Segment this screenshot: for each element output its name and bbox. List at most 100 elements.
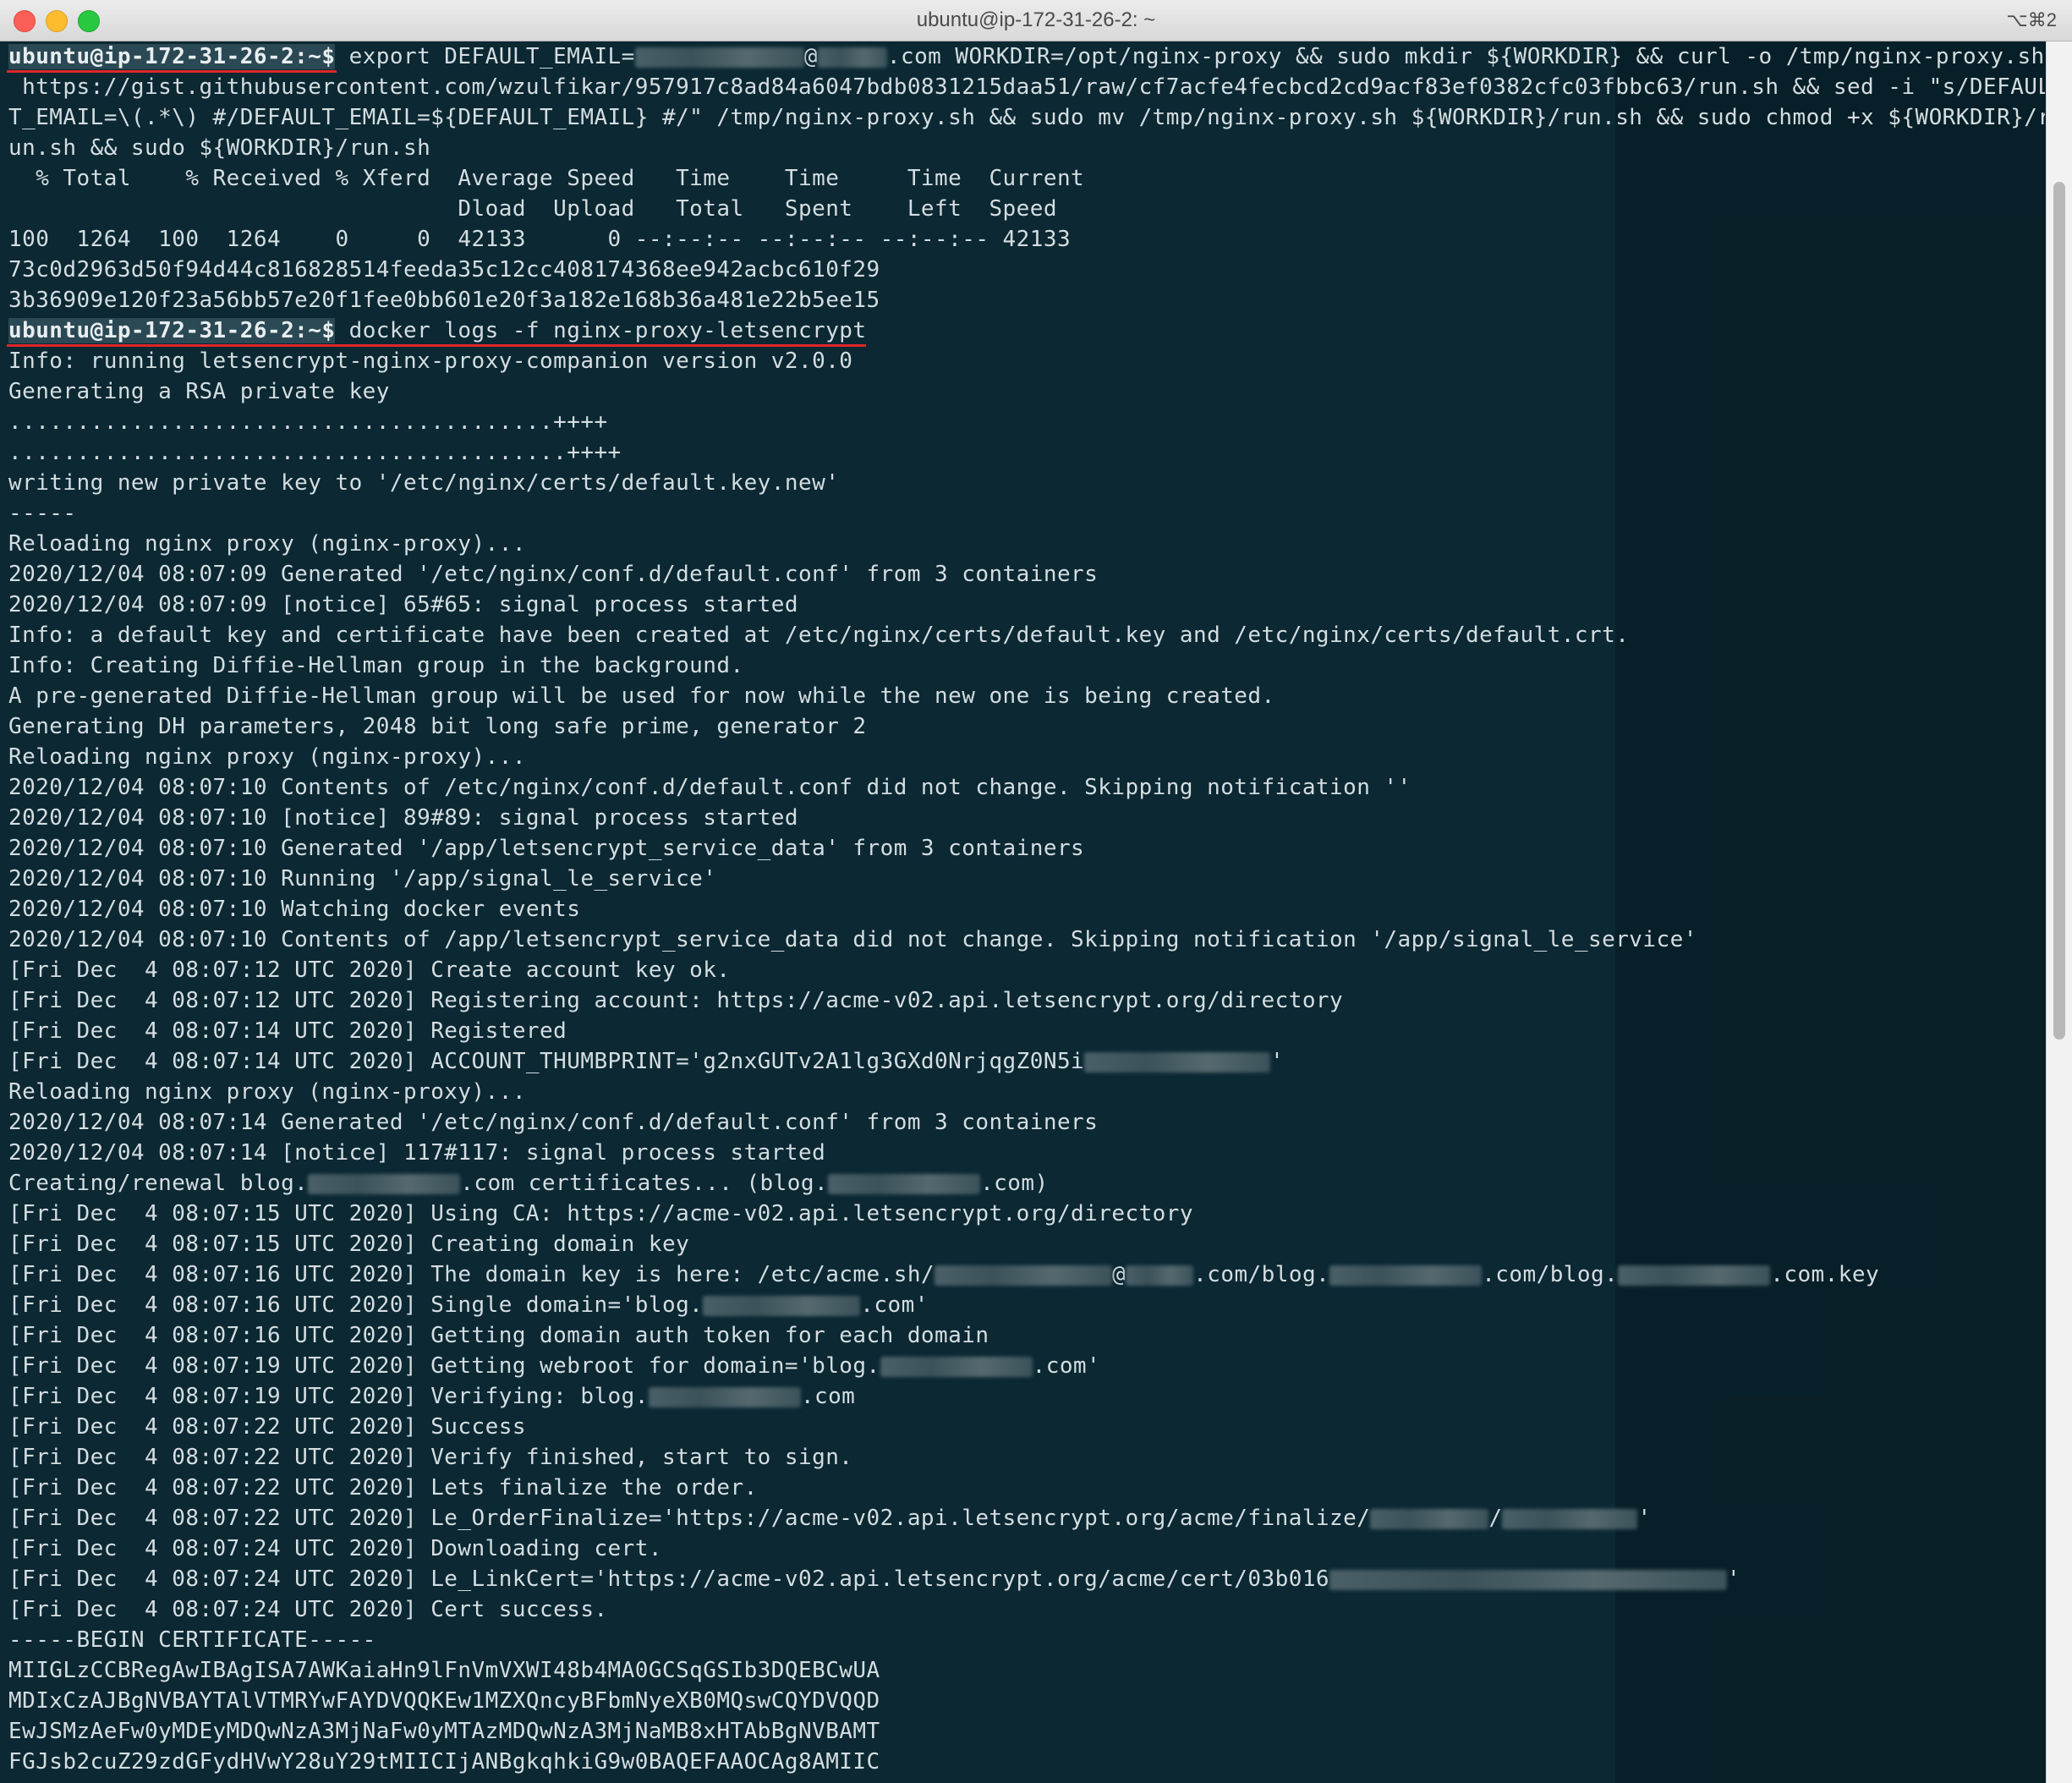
output-line: 2020/12/04 08:07:09 Generated '/etc/ngin… <box>8 562 1099 587</box>
redacted-text <box>1329 1569 1728 1590</box>
output-line: Info: a default key and certificate have… <box>8 623 1630 648</box>
output-text: .com.key <box>1770 1262 1880 1287</box>
output-line: MIIGLzCCBRegAwIBAgISA7AWKaiaHn9lFnVmVXWI… <box>8 1658 880 1683</box>
output-text: .com <box>800 1384 856 1409</box>
output-text: @ <box>1112 1262 1126 1287</box>
redacted-text <box>817 47 887 68</box>
output-line: writing new private key to '/etc/nginx/c… <box>8 470 840 496</box>
command-text: docker logs -f nginx-proxy-letsencrypt <box>335 318 867 343</box>
output-line: T_EMAIL=\(.*\) #/DEFAULT_EMAIL=${DEFAULT… <box>8 105 2045 130</box>
title-bar: ubuntu@ip-172-31-26-2: ~ ⌥⌘2 <box>0 0 2072 41</box>
output-line: [Fri Dec 4 08:07:12 UTC 2020] Registerin… <box>8 988 1344 1013</box>
output-line: un.sh && sudo ${WORKDIR}/run.sh <box>8 135 431 161</box>
output-line: 2020/12/04 08:07:10 Watching docker even… <box>8 897 581 922</box>
redacted-text <box>308 1173 461 1194</box>
output-line: [Fri Dec 4 08:07:15 UTC 2020] Creating d… <box>8 1232 690 1257</box>
output-line: ----- <box>8 501 77 526</box>
output-line: [Fri Dec 4 08:07:15 UTC 2020] Using CA: … <box>8 1201 1193 1226</box>
output-line: 2020/12/04 08:07:09 [notice] 65#65: sign… <box>8 592 798 617</box>
output-line: 100 1264 100 1264 0 0 42133 0 --:--:-- -… <box>8 227 1072 252</box>
output-text: @ <box>803 44 818 69</box>
output-text: .com' <box>1032 1353 1101 1379</box>
output-line: [Fri Dec 4 08:07:12 UTC 2020] Create acc… <box>8 957 731 983</box>
redacted-text <box>880 1356 1033 1377</box>
redacted-text <box>1329 1265 1483 1286</box>
shell-prompt: ubuntu@ip-172-31-26-2:~$ <box>8 44 336 69</box>
terminal-output: ubuntu@ip-172-31-26-2:~$ export DEFAULT_… <box>0 41 2045 1783</box>
output-line: -----BEGIN CERTIFICATE----- <box>8 1627 376 1653</box>
output-text: [Fri Dec 4 08:07:24 UTC 2020] Le_LinkCer… <box>8 1566 1330 1592</box>
output-line: [Fri Dec 4 08:07:14 UTC 2020] ACCOUNT_TH… <box>0 1046 2045 1077</box>
command-text: .com WORKDIR=/opt/nginx-proxy && sudo mk… <box>886 44 2045 69</box>
redacted-text <box>1126 1265 1194 1286</box>
output-line: [Fri Dec 4 08:07:16 UTC 2020] Single dom… <box>0 1290 2045 1320</box>
output-line: [Fri Dec 4 08:07:22 UTC 2020] Success <box>8 1414 526 1440</box>
command-text: export DEFAULT_EMAIL= <box>335 44 635 69</box>
terminal-window: ubuntu@ip-172-31-26-2: ~ ⌥⌘2 ubuntu@ip-1… <box>0 0 2072 1783</box>
output-line: [Fri Dec 4 08:07:24 UTC 2020] Downloadin… <box>8 1536 662 1561</box>
output-text: .com' <box>860 1292 929 1318</box>
output-line: 2020/12/04 08:07:10 Contents of /app/let… <box>8 927 1697 952</box>
output-text: Creating/renewal blog. <box>8 1171 309 1196</box>
output-line: A pre-generated Diffie-Hellman group wil… <box>8 683 1275 709</box>
output-line: EwJSMzAeFw0yMDEyMDQwNzA3MjNaFw0yMTAzMDQw… <box>8 1719 880 1744</box>
output-line: 2020/12/04 08:07:10 Contents of /etc/ngi… <box>8 775 1411 800</box>
output-line: Reloading nginx proxy (nginx-proxy)... <box>8 1079 526 1105</box>
shell-prompt: ubuntu@ip-172-31-26-2:~$ <box>8 318 336 343</box>
output-line: MDIxCzAJBgNVBAYTAlVTMRYwFAYDVQQKEw1MZXQn… <box>8 1688 880 1714</box>
output-line: 2020/12/04 08:07:10 [notice] 89#89: sign… <box>8 805 798 831</box>
output-line: ........................................… <box>8 440 622 465</box>
redacted-text <box>1618 1265 1771 1286</box>
redacted-text <box>648 1386 801 1407</box>
output-line: Info: Creating Diffie-Hellman group in t… <box>8 653 744 678</box>
redacted-text <box>634 47 804 68</box>
output-text: .com/blog. <box>1193 1262 1330 1287</box>
output-text: [Fri Dec 4 08:07:16 UTC 2020] The domain… <box>8 1262 935 1287</box>
output-line: Dload Upload Total Spent Left Speed <box>8 196 1057 222</box>
output-line: % Total % Received % Xferd Average Speed… <box>8 166 1085 191</box>
output-line: Info: running letsencrypt-nginx-proxy-co… <box>8 348 853 374</box>
window-title: ubuntu@ip-172-31-26-2: ~ <box>916 8 1156 31</box>
output-text: ' <box>1727 1566 1741 1592</box>
output-line: 73c0d2963d50f94d44c816828514feeda35c12cc… <box>8 257 880 283</box>
output-line: 2020/12/04 08:07:10 Generated '/app/lets… <box>8 836 1085 861</box>
redacted-text <box>1084 1051 1271 1073</box>
output-line: ........................................… <box>8 409 608 435</box>
output-line: https://gist.githubusercontent.com/wzulf… <box>8 74 2045 100</box>
output-line: [Fri Dec 4 08:07:16 UTC 2020] The domain… <box>0 1259 2045 1290</box>
output-line: Reloading nginx proxy (nginx-proxy)... <box>8 531 526 557</box>
terminal-content[interactable]: ubuntu@ip-172-31-26-2:~$ export DEFAULT_… <box>0 41 2047 1783</box>
output-line: Reloading nginx proxy (nginx-proxy)... <box>8 744 526 770</box>
output-line: [Fri Dec 4 08:07:16 UTC 2020] Getting do… <box>8 1323 989 1348</box>
command-line: ubuntu@ip-172-31-26-2:~$ docker logs -f … <box>0 315 2045 347</box>
output-text: [Fri Dec 4 08:07:19 UTC 2020] Verifying:… <box>8 1384 649 1409</box>
scrollbar-thumb[interactable] <box>2053 182 2065 1040</box>
output-line: Generating DH parameters, 2048 bit long … <box>8 714 867 739</box>
output-line: 2020/12/04 08:07:10 Running '/app/signal… <box>8 866 717 892</box>
redacted-text <box>1370 1508 1489 1529</box>
output-text: .com certificates... (blog. <box>460 1171 829 1196</box>
output-text: [Fri Dec 4 08:07:16 UTC 2020] Single dom… <box>8 1292 704 1318</box>
output-text: [Fri Dec 4 08:07:19 UTC 2020] Getting we… <box>8 1353 880 1379</box>
vertical-scrollbar[interactable] <box>2046 41 2072 1783</box>
output-line: [Fri Dec 4 08:07:24 UTC 2020] Le_LinkCer… <box>0 1564 2045 1594</box>
output-text: .com) <box>980 1171 1049 1196</box>
output-text: [Fri Dec 4 08:07:22 UTC 2020] Le_OrderFi… <box>8 1506 1371 1531</box>
redacted-text <box>828 1173 981 1194</box>
redacted-text <box>703 1295 861 1316</box>
output-line: FGJsb2cuZ29zdGFydHVwY28uY29tMIICIjANBgkq… <box>8 1749 880 1775</box>
output-line: [Fri Dec 4 08:07:19 UTC 2020] Getting we… <box>0 1351 2045 1381</box>
command-line: ubuntu@ip-172-31-26-2:~$ export DEFAULT_… <box>0 41 2045 73</box>
output-line: [Fri Dec 4 08:07:22 UTC 2020] Verify fin… <box>8 1445 853 1470</box>
output-line: Generating a RSA private key <box>8 379 390 404</box>
output-line: [Fri Dec 4 08:07:14 UTC 2020] Registered <box>8 1018 567 1044</box>
output-text: / <box>1488 1506 1503 1531</box>
output-line: [Fri Dec 4 08:07:24 UTC 2020] Cert succe… <box>8 1597 608 1622</box>
output-line: [Fri Dec 4 08:07:22 UTC 2020] Le_OrderFi… <box>0 1503 2045 1533</box>
output-line: 2020/12/04 08:07:14 Generated '/etc/ngin… <box>8 1110 1099 1135</box>
output-text: ' <box>1270 1049 1285 1074</box>
window-shortcut-label: ⌥⌘2 <box>2006 9 2057 30</box>
output-line: 2020/12/04 08:07:14 [notice] 117#117: si… <box>8 1140 826 1166</box>
output-line: [Fri Dec 4 08:07:19 UTC 2020] Verifying:… <box>0 1381 2045 1412</box>
output-line: Creating/renewal blog. .com certificates.… <box>0 1168 2045 1199</box>
